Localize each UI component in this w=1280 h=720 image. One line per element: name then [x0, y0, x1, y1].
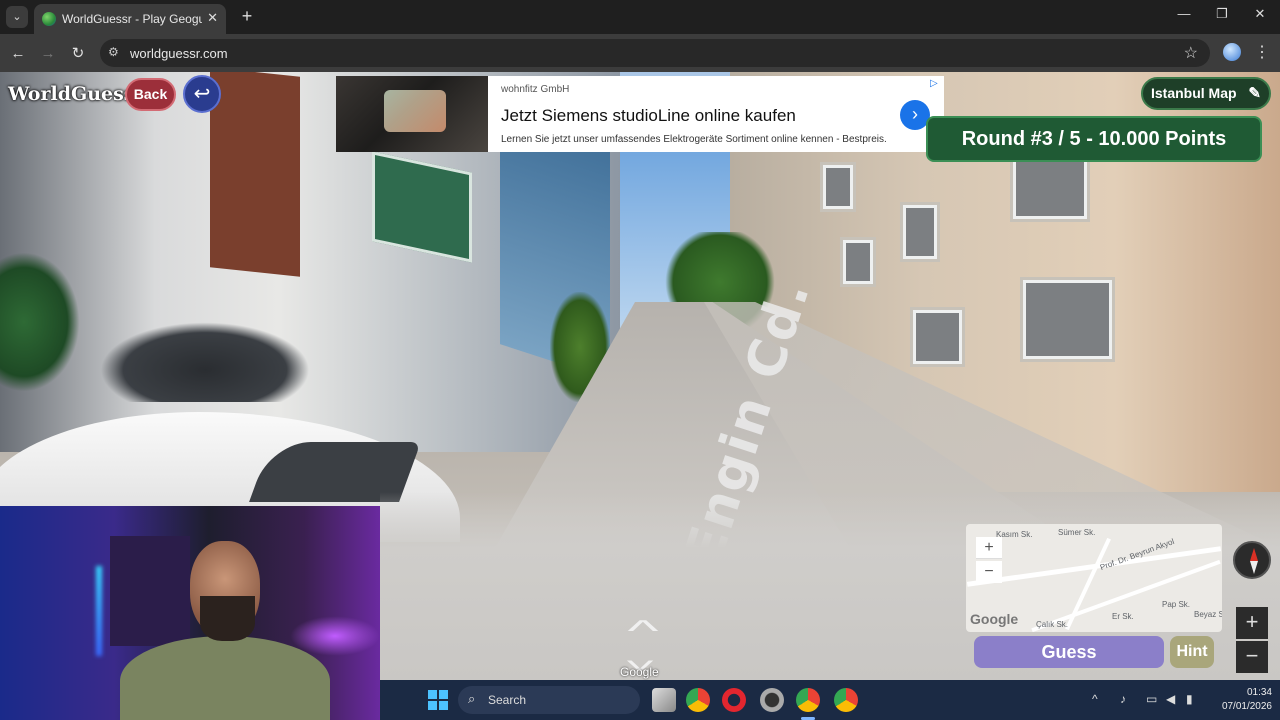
google-streetview-logo: Google	[620, 665, 659, 679]
map-street-label: Beyaz Sk.	[1194, 610, 1222, 619]
led-strip	[96, 566, 102, 656]
ad-choices-icon[interactable]: ▷	[930, 78, 938, 89]
site-info-icon[interactable]: ⚙	[108, 45, 119, 59]
map-street-label: Pap Sk.	[1162, 600, 1191, 609]
battery-icon[interactable]: ▮	[1186, 692, 1193, 706]
minimap-zoom-out-button[interactable]: −	[976, 561, 1002, 583]
opera-icon[interactable]	[722, 688, 746, 712]
window	[820, 162, 856, 212]
ad-product-image[interactable]	[336, 76, 488, 152]
streamer-beard	[200, 596, 255, 641]
tab-close-icon[interactable]: ✕	[207, 10, 218, 26]
move-forward-chevron-icon[interactable]: ^	[566, 617, 720, 647]
browser-tab-bar: ⌄ WorldGuessr - Play Geoguessr Free ✕ + …	[0, 0, 1280, 34]
chrome-icon[interactable]	[796, 688, 820, 712]
chrome-icon[interactable]	[686, 688, 710, 712]
ad-banner[interactable]: wohnfitz GmbH Jetzt Siemens studioLine o…	[336, 76, 944, 152]
microphone-icon[interactable]: ♪	[1120, 692, 1126, 706]
chrome-profile-icon[interactable]	[834, 688, 858, 712]
close-window-button[interactable]: ✕	[1248, 6, 1272, 22]
ad-headline[interactable]: Jetzt Siemens studioLine online kaufen	[501, 106, 796, 126]
streetview-zoom-in-button[interactable]: +	[1236, 607, 1268, 639]
map-street-label: Er Sk.	[1112, 612, 1134, 621]
compass-north-needle	[1250, 548, 1258, 561]
webcam-overlay	[0, 506, 380, 720]
window	[910, 307, 965, 367]
clock-date: 07/01/2026	[1221, 701, 1272, 712]
windows-taskbar: ⌕ Search ^ ♪ ▭ ◀ ▮ 01:34 07/01/2026	[380, 680, 1280, 720]
browser-toolbar: ← → ↻ ⚙ worldguessr.com ☆ ⋮	[0, 34, 1280, 72]
streamer-body	[120, 636, 330, 720]
ad-advertiser: wohnfitz GmbH	[501, 84, 570, 95]
google-map-logo: Google	[970, 611, 1019, 627]
tray-overflow-chevron-icon[interactable]: ^	[1092, 692, 1098, 706]
back-arrow-icon[interactable]: ←	[7, 43, 29, 65]
taskbar-search[interactable]: ⌕ Search	[458, 686, 640, 714]
task-view-icon[interactable]	[652, 688, 676, 712]
minimize-button[interactable]: —	[1172, 6, 1196, 21]
compass-south-needle	[1250, 561, 1258, 574]
reload-icon[interactable]: ↻	[67, 43, 89, 65]
wall-panel	[110, 536, 190, 646]
bookmark-star-icon[interactable]: ☆	[1184, 43, 1198, 63]
new-tab-button[interactable]: +	[236, 6, 258, 28]
compass-icon[interactable]	[1233, 541, 1271, 579]
browser-menu-icon[interactable]: ⋮	[1254, 42, 1270, 62]
tab-title: WorldGuessr - Play Geoguessr Free	[62, 12, 202, 26]
map-road	[1065, 537, 1111, 631]
hint-button[interactable]: Hint	[1170, 636, 1214, 668]
pencil-icon: ✎	[1248, 85, 1261, 102]
back-button[interactable]: Back	[125, 78, 176, 111]
barred-window	[1020, 277, 1115, 362]
tab-search-menu[interactable]: ⌄	[6, 6, 28, 28]
map-name-button[interactable]: Istanbul Map ✎	[1141, 77, 1271, 110]
forward-arrow-icon[interactable]: →	[37, 43, 59, 65]
map-name-label: Istanbul Map	[1151, 85, 1237, 101]
streetview-zoom-out-button[interactable]: −	[1236, 641, 1268, 673]
taskbar-search-placeholder: Search	[488, 693, 527, 707]
return-to-start-icon[interactable]: ↩	[183, 75, 221, 113]
guess-button[interactable]: Guess	[974, 636, 1164, 668]
browser-tab[interactable]: WorldGuessr - Play Geoguessr Free ✕	[34, 4, 226, 34]
windows-start-icon[interactable]	[428, 690, 448, 710]
map-street-label: Çalık Sk.	[1036, 620, 1069, 629]
url-text[interactable]: worldguessr.com	[130, 46, 228, 61]
round-banner: Round #3 / 5 - 10.000 Points	[926, 116, 1262, 162]
palm-tree	[0, 252, 80, 392]
search-icon: ⌕	[468, 691, 476, 706]
minimap-zoom-in-button[interactable]: +	[976, 537, 1002, 559]
volume-icon[interactable]: ◀	[1166, 692, 1175, 706]
parked-scooters	[100, 322, 310, 402]
worldguessr-favicon-icon	[42, 12, 56, 26]
window	[840, 237, 876, 287]
clock-app-icon[interactable]	[760, 688, 784, 712]
purple-lamp	[290, 616, 380, 656]
map-street-label: Sümer Sk.	[1058, 528, 1096, 537]
network-icon[interactable]: ▭	[1146, 692, 1157, 706]
building-facade-panel	[210, 72, 300, 277]
maximize-button[interactable]: ❐	[1210, 6, 1234, 22]
taskbar-clock[interactable]: 01:34 07/01/2026	[1210, 686, 1272, 714]
ad-body: Lernen Sie jetzt unser umfassendes Elekt…	[501, 134, 887, 145]
address-bar[interactable]: ⚙ worldguessr.com ☆	[100, 39, 1210, 67]
window	[900, 202, 940, 262]
clock-time: 01:34	[1246, 687, 1272, 698]
profile-avatar[interactable]	[1223, 43, 1241, 61]
window	[1010, 152, 1090, 222]
